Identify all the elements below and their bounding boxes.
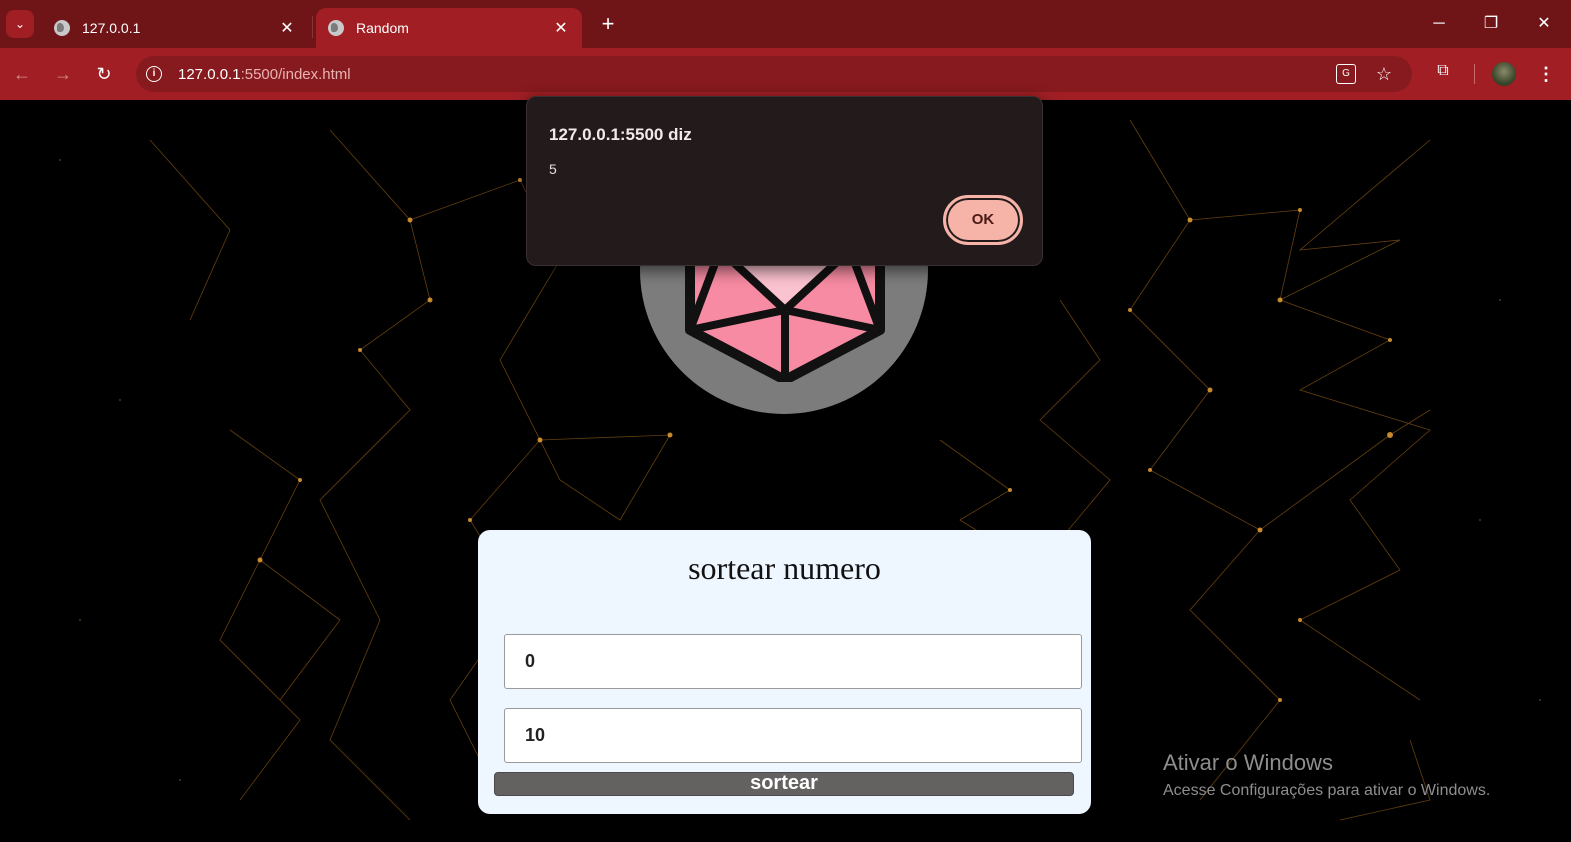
extensions-puzzle-icon[interactable]: ⧉ bbox=[1432, 62, 1454, 84]
tab-title: Random bbox=[356, 20, 409, 36]
dialog-ok-button[interactable]: OK bbox=[943, 195, 1023, 245]
address-bar[interactable]: i 127.0.0.1:5500/index.html G ☆ bbox=[136, 56, 1412, 92]
tab-separator bbox=[312, 16, 313, 38]
alert-dialog: 127.0.0.1:5500 diz 5 OK bbox=[526, 96, 1043, 266]
reload-button[interactable]: ↻ bbox=[90, 60, 118, 88]
dialog-message: 5 bbox=[549, 161, 557, 177]
sortear-card: sortear numero sortear bbox=[478, 530, 1091, 814]
browser-toolbar: ← → ↻ i 127.0.0.1:5500/index.html G ☆ ⧉ … bbox=[0, 48, 1571, 100]
min-number-input[interactable] bbox=[504, 634, 1082, 689]
profile-avatar[interactable] bbox=[1492, 62, 1516, 86]
url-text: 127.0.0.1:5500/index.html bbox=[178, 65, 351, 83]
browser-menu-icon[interactable]: ⋮ bbox=[1532, 60, 1560, 88]
restore-button[interactable]: ❐ bbox=[1468, 10, 1514, 38]
toolbar-divider bbox=[1474, 64, 1475, 84]
sortear-button[interactable]: sortear bbox=[494, 772, 1074, 796]
close-window-button[interactable]: ✕ bbox=[1521, 10, 1567, 38]
close-tab-icon[interactable]: ✕ bbox=[278, 18, 296, 38]
watermark-subtitle: Acesse Configurações para ativar o Windo… bbox=[1163, 782, 1491, 799]
globe-icon bbox=[328, 20, 344, 36]
max-number-input[interactable] bbox=[504, 708, 1082, 763]
bookmark-star-icon[interactable]: ☆ bbox=[1374, 64, 1394, 84]
translate-icon[interactable]: G bbox=[1336, 64, 1356, 84]
close-tab-icon[interactable]: ✕ bbox=[552, 18, 570, 38]
back-button[interactable]: ← bbox=[8, 60, 36, 88]
watermark-title: Ativar o Windows bbox=[1163, 750, 1333, 775]
dialog-title: 127.0.0.1:5500 diz bbox=[549, 125, 692, 144]
globe-icon bbox=[54, 20, 70, 36]
forward-button[interactable]: → bbox=[49, 60, 77, 88]
minimize-button[interactable]: ─ bbox=[1416, 10, 1462, 38]
tab-strip: ⌄ 127.0.0.1 ✕ Random ✕ + ─ ❐ ✕ bbox=[0, 0, 1571, 48]
tab-random[interactable]: Random ✕ bbox=[316, 8, 582, 48]
chevron-down-icon: ⌄ bbox=[14, 17, 26, 31]
site-info-icon[interactable]: i bbox=[146, 66, 162, 82]
windows-activation-watermark: Ativar o Windows Acesse Configurações pa… bbox=[1163, 750, 1490, 800]
tab-localhost[interactable]: 127.0.0.1 ✕ bbox=[42, 8, 308, 48]
card-title: sortear numero bbox=[688, 550, 881, 586]
new-tab-button[interactable]: + bbox=[594, 10, 622, 38]
tab-title: 127.0.0.1 bbox=[82, 20, 141, 36]
tab-search-button[interactable]: ⌄ bbox=[6, 10, 34, 38]
